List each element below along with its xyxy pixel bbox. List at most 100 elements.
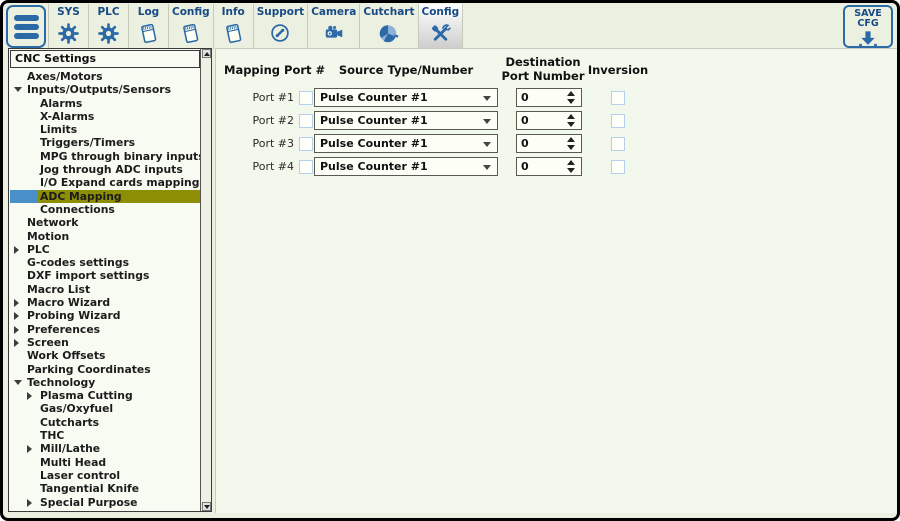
- destination-port-spinner[interactable]: 0: [516, 134, 582, 153]
- sidebar-item-preferences[interactable]: Preferences: [10, 323, 200, 336]
- sidebar-item-mpg-through-binary-inputs[interactable]: MPG through binary inputs: [10, 150, 200, 163]
- adc-mapping-row: Port #3 Pulse Counter #1 0: [216, 134, 898, 153]
- sidebar-item-plc[interactable]: PLC: [10, 243, 200, 256]
- sidebar-item-limits[interactable]: Limits: [10, 123, 200, 136]
- expander-right-icon[interactable]: [14, 339, 19, 347]
- tree-scrollbar[interactable]: [200, 49, 211, 511]
- sidebar-item-triggers-timers[interactable]: Triggers/Timers: [10, 136, 200, 149]
- expander-right-icon[interactable]: [14, 246, 19, 254]
- spinner-buttons: [563, 89, 579, 106]
- sidebar-item-macro-list[interactable]: Macro List: [10, 283, 200, 296]
- sidebar-item-gas-oxyfuel[interactable]: Gas/Oxyfuel: [10, 402, 200, 415]
- sidebar-item-adc-mapping[interactable]: ADC Mapping: [10, 190, 200, 203]
- tab-config-2[interactable]: Config: [418, 4, 464, 49]
- port-checkbox[interactable]: [299, 91, 313, 105]
- scroll-down-button[interactable]: [202, 502, 211, 511]
- sidebar-item-multi-head[interactable]: Multi Head: [10, 456, 200, 469]
- tab-camera[interactable]: Camera: [307, 4, 359, 49]
- expander-right-icon[interactable]: [14, 312, 19, 320]
- sidebar-item-jog-through-adc-inputs[interactable]: Jog through ADC inputs: [10, 163, 200, 176]
- inversion-checkbox[interactable]: [611, 137, 625, 151]
- sidebar-item-special-purpose[interactable]: Special Purpose: [10, 496, 200, 509]
- tab-cutchart[interactable]: Cutchart: [359, 4, 417, 49]
- port-checkbox[interactable]: [299, 114, 313, 128]
- sidebar-item-cutcharts[interactable]: Cutcharts: [10, 416, 200, 429]
- spinner-down-button[interactable]: [565, 168, 577, 174]
- expander-right-icon[interactable]: [27, 499, 32, 507]
- port-checkbox[interactable]: [299, 137, 313, 151]
- port-label: Port #3: [224, 134, 294, 153]
- sidebar-item-tangential-knife[interactable]: Tangential Knife: [10, 482, 200, 495]
- tab-info[interactable]: Info: [213, 4, 253, 49]
- adc-mapping-panel: Mapping Port # Source Type/Number Destin…: [215, 48, 898, 513]
- expander-right-icon[interactable]: [14, 326, 19, 334]
- sidebar-item-inputs-outputs-sensors[interactable]: Inputs/Outputs/Sensors: [10, 83, 200, 96]
- tab-plc[interactable]: PLC: [88, 4, 128, 49]
- spinner-down-button[interactable]: [565, 122, 577, 128]
- spinner-down-button[interactable]: [565, 99, 577, 105]
- source-type-dropdown[interactable]: Pulse Counter #1: [314, 111, 498, 130]
- inversion-checkbox[interactable]: [611, 160, 625, 174]
- sidebar-item-network[interactable]: Network: [10, 216, 200, 229]
- sidebar-item-label: Axes/Motors: [27, 70, 103, 83]
- expander-right-icon[interactable]: [14, 299, 19, 307]
- sidebar-item-connections[interactable]: Connections: [10, 203, 200, 216]
- tab-sys[interactable]: SYS: [48, 4, 88, 49]
- source-type-dropdown[interactable]: Pulse Counter #1: [314, 88, 498, 107]
- sidebar-item-g-codes-settings[interactable]: G-codes settings: [10, 256, 200, 269]
- column-header-destination-port: Destination Port Number: [493, 56, 593, 83]
- spinner-up-button[interactable]: [565, 137, 577, 143]
- port-checkbox[interactable]: [299, 160, 313, 174]
- sidebar-item-parking-coordinates[interactable]: Parking Coordinates: [10, 363, 200, 376]
- expander-down-icon[interactable]: [14, 380, 22, 385]
- sidebar-item-label: Alarms: [40, 97, 82, 110]
- expander-right-icon[interactable]: [27, 445, 32, 453]
- arrow-down-icon: [567, 145, 575, 150]
- source-type-dropdown[interactable]: Pulse Counter #1: [314, 134, 498, 153]
- expander-down-icon[interactable]: [14, 87, 22, 92]
- sidebar-item-macro-wizard[interactable]: Macro Wizard: [10, 296, 200, 309]
- dropdown-selected-value: Pulse Counter #1: [320, 112, 428, 129]
- expander-right-icon[interactable]: [27, 392, 32, 400]
- spinner-up-button[interactable]: [565, 160, 577, 166]
- scroll-up-button[interactable]: [202, 49, 211, 58]
- destination-port-spinner[interactable]: 0: [516, 88, 582, 107]
- tab-support[interactable]: Support: [253, 4, 307, 49]
- inversion-checkbox[interactable]: [611, 91, 625, 105]
- tab-config[interactable]: Config: [168, 4, 213, 49]
- tab-label: Support: [257, 5, 304, 19]
- sidebar-item-work-offsets[interactable]: Work Offsets: [10, 349, 200, 362]
- sidebar-item-label: Gas/Oxyfuel: [40, 402, 113, 415]
- sidebar-item-x-alarms[interactable]: X-Alarms: [10, 110, 200, 123]
- sidebar-item-label: PLC: [27, 243, 50, 256]
- source-type-dropdown[interactable]: Pulse Counter #1: [314, 157, 498, 176]
- spinner-up-button[interactable]: [565, 114, 577, 120]
- sidebar-item-label: ADC Mapping: [40, 190, 122, 203]
- sidebar-item-probing-wizard[interactable]: Probing Wizard: [10, 309, 200, 322]
- sidebar-item-label: Macro Wizard: [27, 296, 110, 309]
- sidebar-item-screen[interactable]: Screen: [10, 336, 200, 349]
- sidebar-item-technology[interactable]: Technology: [10, 376, 200, 389]
- inversion-checkbox[interactable]: [611, 114, 625, 128]
- destination-port-spinner[interactable]: 0: [516, 111, 582, 130]
- sidebar-item-dxf-import-settings[interactable]: DXF import settings: [10, 269, 200, 282]
- sidebar-item-axes-motors[interactable]: Axes/Motors: [10, 70, 200, 83]
- tab-log[interactable]: Log: [128, 4, 168, 49]
- sidebar-item-alarms[interactable]: Alarms: [10, 97, 200, 110]
- phone-icon: [269, 19, 291, 49]
- destination-port-spinner[interactable]: 0: [516, 157, 582, 176]
- spinner-up-button[interactable]: [565, 91, 577, 97]
- spinner-down-button[interactable]: [565, 145, 577, 151]
- sidebar-item-laser-control[interactable]: Laser control: [10, 469, 200, 482]
- sidebar-item-thc[interactable]: THC: [10, 429, 200, 442]
- tab-label: Config: [422, 5, 460, 19]
- save-cfg-button[interactable]: SAVE CFG: [843, 5, 893, 48]
- arrow-up-icon: [204, 52, 210, 56]
- sidebar-item-motion[interactable]: Motion: [10, 230, 200, 243]
- port-label: Port #1: [224, 88, 294, 107]
- sidebar-item-i-o-expand-cards-mapping[interactable]: I/O Expand cards mapping: [10, 176, 200, 189]
- sidebar-item-label: Macro List: [27, 283, 90, 296]
- menu-button[interactable]: [6, 5, 46, 48]
- sidebar-item-mill-lathe[interactable]: Mill/Lathe: [10, 442, 200, 455]
- sidebar-item-plasma-cutting[interactable]: Plasma Cutting: [10, 389, 200, 402]
